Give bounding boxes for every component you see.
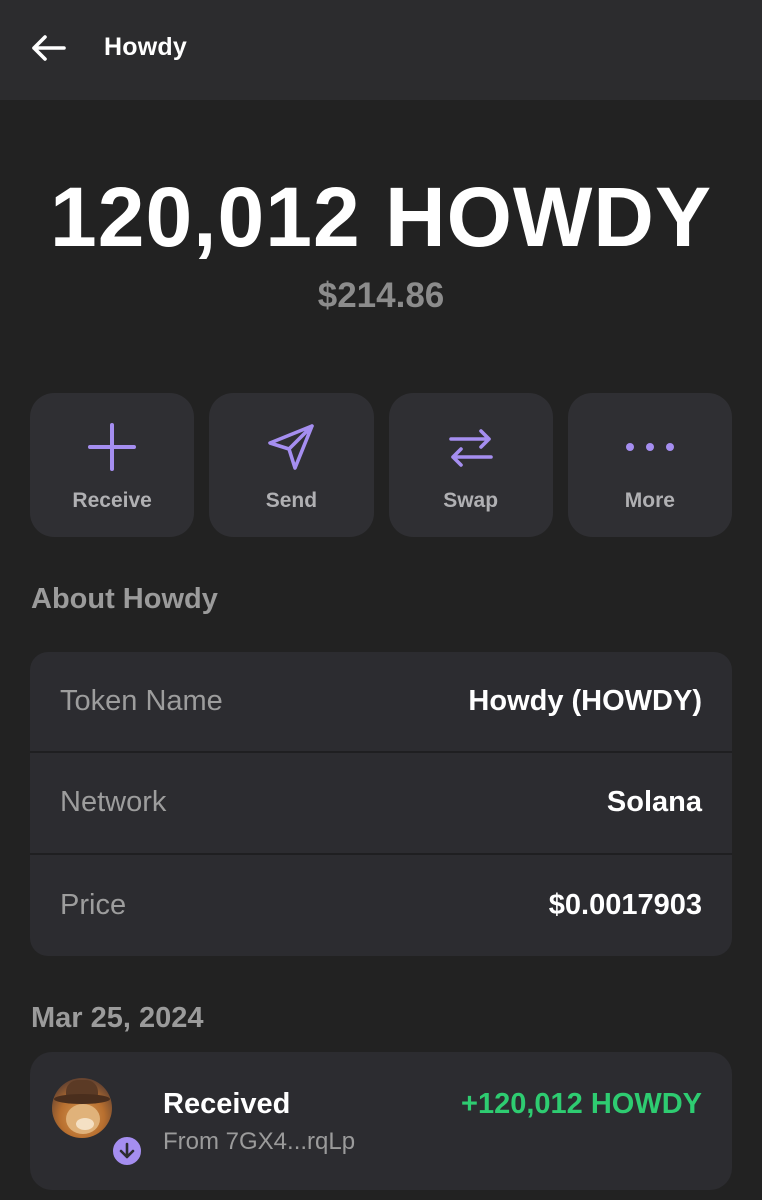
network-value: Solana <box>606 786 702 819</box>
usd-balance: $214.86 <box>317 276 445 315</box>
send-button[interactable]: Send <box>209 393 374 537</box>
swap-button[interactable]: Swap <box>388 393 553 537</box>
arrow-down-icon <box>119 1142 135 1159</box>
swap-label: Swap <box>443 489 499 512</box>
token-balance: 120,012 HOWDY <box>50 170 712 264</box>
action-row: Receive Send Swap More <box>30 393 732 537</box>
transaction-item[interactable]: Received From 7GX4...rqLp +120,012 HOWDY <box>30 1052 732 1190</box>
price-value: $0.0017903 <box>548 888 702 921</box>
token-avatar <box>52 1078 112 1138</box>
receive-label: Receive <box>72 489 152 512</box>
paper-plane-icon <box>268 424 315 470</box>
page-title: Howdy <box>104 33 187 61</box>
activity-date: Mar 25, 2024 <box>31 1002 204 1034</box>
top-bar: Howdy <box>0 0 762 100</box>
token-name-row: Token Name Howdy (HOWDY) <box>30 652 732 754</box>
arrow-left-icon <box>32 35 66 61</box>
token-info-card: Token Name Howdy (HOWDY) Network Solana … <box>30 652 732 956</box>
more-dots-icon <box>625 443 674 451</box>
more-label: More <box>624 489 675 512</box>
swap-arrows-icon <box>448 429 493 467</box>
plus-icon <box>88 423 137 471</box>
received-badge <box>110 1134 144 1168</box>
price-row: Price $0.0017903 <box>30 855 732 956</box>
network-label: Network <box>60 786 167 819</box>
transaction-amount: +120,012 HOWDY <box>461 1088 702 1120</box>
transaction-title: Received <box>163 1088 291 1120</box>
price-label: Price <box>60 888 127 921</box>
transaction-sender: From 7GX4...rqLp <box>163 1128 356 1155</box>
receive-button[interactable]: Receive <box>30 393 195 537</box>
token-name-label: Token Name <box>60 685 223 718</box>
network-row: Network Solana <box>30 753 732 855</box>
more-button[interactable]: More <box>567 393 732 537</box>
back-button[interactable] <box>28 30 68 66</box>
send-label: Send <box>265 489 318 512</box>
token-name-value: Howdy (HOWDY) <box>468 685 702 718</box>
about-section-title: About Howdy <box>31 583 218 615</box>
